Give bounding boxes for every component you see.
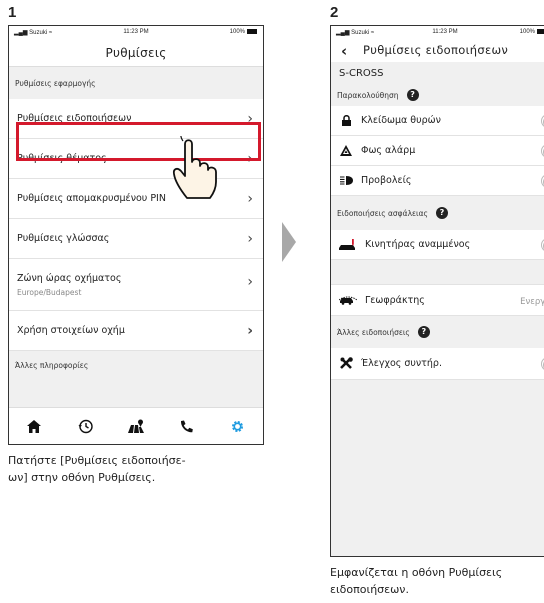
section-header-other-info: Άλλες πληροφορίες [15,360,89,370]
help-icon[interactable]: ? [417,326,430,338]
help-icon[interactable]: ? [435,207,448,219]
timezone-value: Europe/Budapest [17,287,82,297]
section-header-app-settings: Ρυθμίσεις εφαρμογής [15,78,96,88]
row-language-settings[interactable]: Ρυθμίσεις γλώσσας › [9,219,263,259]
tab-bar [9,407,263,444]
caption-line: ων] στην οθόνη Ρυθμίσεις. [8,471,156,484]
row-label: Γεωφράκτης [365,294,425,306]
row-label: Ζώνη ώρας οχήματος [17,272,122,284]
row-vehicle-data-usage[interactable]: Χρήση στοιχείων οχήμ › [9,311,263,351]
caption-step-2: Εμφανίζεται η οθόνη Ρυθμίσεις ειδοποιήσε… [330,564,544,598]
highlight-box [16,122,261,161]
status-bar: ▂▄▆ Suzuki ≈ 11:23 PM 100% [331,26,544,40]
phone-screen-notification-settings: ▂▄▆ Suzuki ≈ 11:23 PM 100% ‹ Ρυθμίσεις ε… [330,25,544,557]
next-arrow-icon [282,222,296,262]
back-chevron-icon[interactable]: ‹ [341,42,347,60]
vehicle-name: S-CROSS [339,67,384,79]
step-number-2: 2 [330,4,339,21]
row-maintenance-check: Έλεγχος συντήρ. [331,348,544,380]
clock: 11:23 PM [432,29,458,35]
caption-step-1: Πατήστε [Ρυθμίσεις ειδοποιήσε- ων] στην … [8,452,264,486]
caption-line: Εμφανίζεται η οθόνη Ρυθμίσεις [330,566,503,579]
battery-icon [247,29,257,34]
section-header-monitoring: Παρακολούθηση [337,90,399,100]
car-engine-icon [339,238,357,251]
row-label: Χρήση στοιχείων οχήμ [17,325,125,336]
page-title: Ρυθμίσεις ειδοποιήσεων [363,43,509,57]
row-geofence[interactable]: Γεωφράκτης Ενεργός › [331,284,544,316]
row-remote-pin-settings[interactable]: Ρυθμίσεις απομακρυσμένου PIN › [9,179,263,219]
geofence-car-icon [339,294,357,306]
row-label: Έλεγχος συντήρ. [361,358,442,369]
row-hazard-lights: Φως αλάρμ [331,136,544,166]
row-label: Προβολείς [361,175,412,186]
page-title: Ρυθμίσεις [105,46,167,60]
chevron-right-icon: › [247,322,253,339]
row-door-lock: Κλείδωμα θυρών [331,106,544,136]
row-label: Κινητήρας αναμμένος [365,239,471,250]
chevron-right-icon: › [247,230,253,247]
caption-line: Πατήστε [Ρυθμίσεις ειδοποιήσε- [8,454,186,467]
status-bar: ▂▄▆ Suzuki ≈ 11:23 PM 100% [9,26,263,40]
home-icon [27,419,42,433]
battery-label: 100% [519,29,535,36]
caption-line: ειδοποιήσεων. [330,583,409,596]
row-label: Φως αλάρμ [361,145,416,156]
tab-map[interactable] [126,416,146,436]
tab-settings[interactable] [228,416,248,436]
geofence-status: Ενεργός [520,297,544,307]
history-icon [78,419,93,433]
tab-home[interactable] [24,416,44,436]
chevron-right-icon: › [247,274,253,290]
row-headlights: Προβολείς [331,166,544,196]
nav-bar: ‹ Ρυθμίσεις ειδοποιήσεων [331,40,544,62]
chevron-right-icon: › [247,190,253,207]
headlight-icon [339,175,353,187]
phone-icon [181,420,194,432]
tap-hand-icon [172,136,217,199]
map-icon [127,419,144,433]
wrench-icon [339,357,353,370]
row-engine-on: Κινητήρας αναμμένος [331,230,544,260]
clock: 11:23 PM [123,29,149,35]
row-label: Ρυθμίσεις απομακρυσμένου PIN [17,193,166,204]
step-number-1: 1 [8,4,17,21]
lock-icon [339,115,353,127]
row-label: Ρυθμίσεις γλώσσας [17,233,110,244]
battery-label: 100% [229,29,245,36]
row-label: Κλείδωμα θυρών [361,115,441,126]
nav-bar: Ρυθμίσεις [9,40,263,67]
help-icon[interactable]: ? [406,89,419,101]
gear-icon [232,420,244,432]
phone-screen-settings: ▂▄▆ Suzuki ≈ 11:23 PM 100% Ρυθμίσεις Ρυθ… [8,25,264,445]
section-header-other-notifications: Άλλες ειδοποιήσεις [337,327,410,337]
tab-history[interactable] [75,416,95,436]
row-vehicle-timezone[interactable]: Ζώνη ώρας οχήματος Europe/Budapest › [9,259,263,311]
battery-icon [537,29,544,34]
tab-phone[interactable] [177,416,197,436]
section-header-security: Ειδοποιήσεις ασφάλειας [337,208,428,218]
hazard-icon [339,145,353,157]
